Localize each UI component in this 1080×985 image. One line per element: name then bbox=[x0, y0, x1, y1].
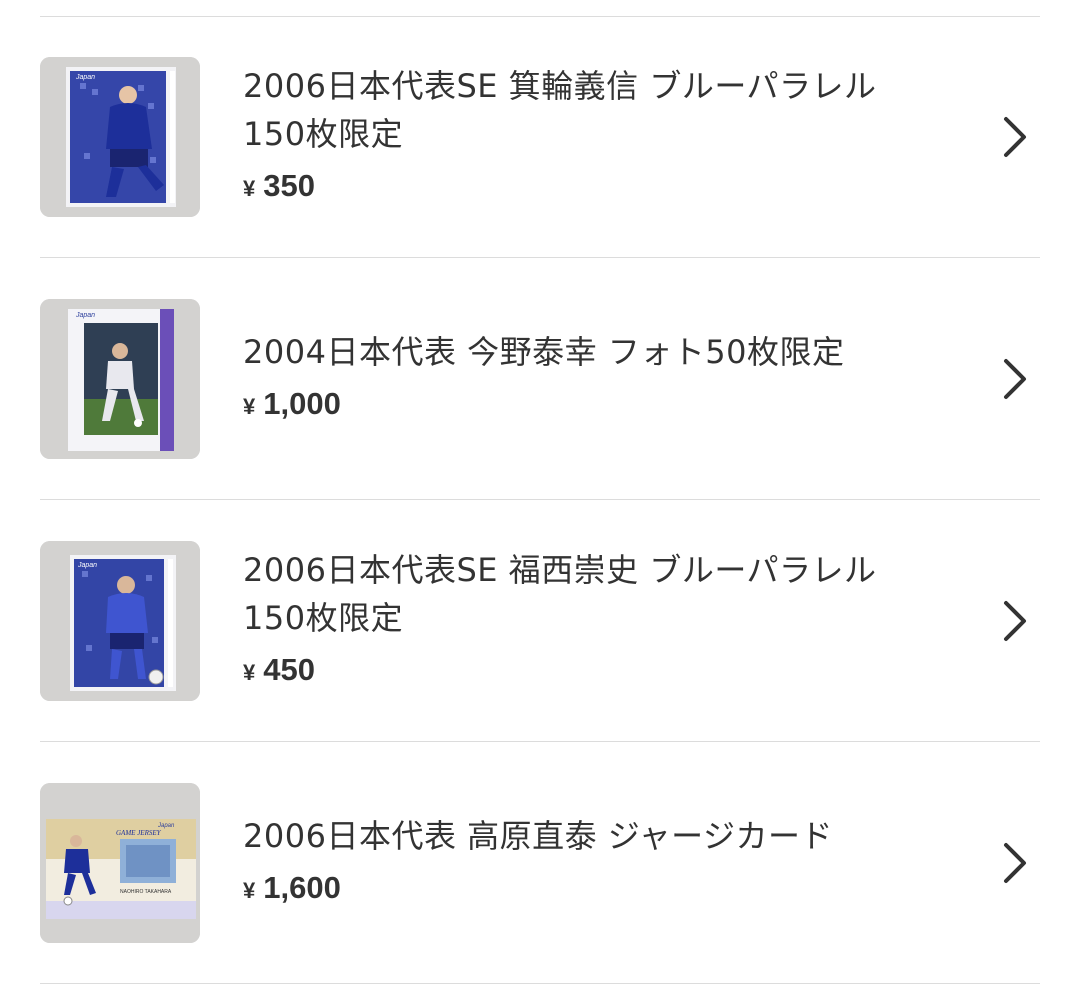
price-value: 350 bbox=[263, 168, 315, 203]
chevron-right-icon bbox=[1000, 840, 1030, 886]
product-thumbnail: Japan bbox=[40, 541, 200, 701]
card-player-text: NAOHIRO TAKAHARA bbox=[120, 889, 172, 895]
item-text: 2004日本代表 今野泰幸 フォト50枚限定 ¥ 1,000 bbox=[243, 328, 963, 427]
chevron-right-icon bbox=[1000, 598, 1030, 644]
price-value: 1,000 bbox=[263, 386, 341, 421]
card-logo-text: Japan bbox=[77, 562, 97, 569]
item-title-line: 2006日本代表SE 箕輪義信 ブルーパラレル bbox=[243, 67, 877, 105]
item-text: 2006日本代表SE 箕輪義信 ブルーパラレル 150枚限定 ¥ 350 bbox=[243, 62, 963, 209]
product-thumbnail: Japan bbox=[40, 299, 200, 459]
item-title-line: 2004日本代表 今野泰幸 フォト50枚限定 bbox=[243, 333, 845, 371]
item-divider bbox=[40, 983, 1040, 984]
item-price: ¥ 450 bbox=[243, 650, 963, 693]
item-title-line: 150枚限定 bbox=[243, 115, 404, 153]
product-thumbnail: Japan GAME JERSEY NAOHIRO TAKAHARA bbox=[40, 783, 200, 943]
list-item[interactable]: Japan GAME JERSEY NAOHIRO TAKAHARA 2006日… bbox=[0, 742, 1080, 984]
item-title-line: 150枚限定 bbox=[243, 599, 404, 637]
currency-symbol: ¥ bbox=[243, 394, 256, 419]
item-text: 2006日本代表SE 福西崇史 ブルーパラレル 150枚限定 ¥ 450 bbox=[243, 546, 963, 693]
card-logo-text: Japan bbox=[75, 74, 95, 81]
product-list: Japan 2006日本代表SE 箕輪義信 ブルーパラレル 150枚限定 ¥ 3… bbox=[0, 16, 1080, 984]
card-logo-text: Japan bbox=[75, 312, 95, 319]
card-badge-text: GAME JERSEY bbox=[116, 829, 162, 837]
item-price: ¥ 1,000 bbox=[243, 384, 963, 427]
chevron-right-icon bbox=[1000, 114, 1030, 160]
price-value: 1,600 bbox=[263, 870, 341, 905]
price-value: 450 bbox=[263, 652, 315, 687]
currency-symbol: ¥ bbox=[243, 878, 256, 903]
currency-symbol: ¥ bbox=[243, 176, 256, 201]
item-text: 2006日本代表 高原直泰 ジャージカード ¥ 1,600 bbox=[243, 812, 963, 911]
item-title-line: 2006日本代表 高原直泰 ジャージカード bbox=[243, 817, 834, 855]
list-item[interactable]: Japan 2006日本代表SE 福西崇史 ブルーパラレル 150枚限定 ¥ 4… bbox=[0, 500, 1080, 742]
chevron-right-icon bbox=[1000, 356, 1030, 402]
currency-symbol: ¥ bbox=[243, 660, 256, 685]
item-title-line: 2006日本代表SE 福西崇史 ブルーパラレル bbox=[243, 551, 877, 589]
product-thumbnail: Japan bbox=[40, 57, 200, 217]
item-price: ¥ 350 bbox=[243, 166, 963, 209]
item-price: ¥ 1,600 bbox=[243, 868, 963, 911]
list-item[interactable]: Japan 2004日本代表 今野泰幸 フォト50枚限定 ¥ 1,000 bbox=[0, 258, 1080, 500]
list-item[interactable]: Japan 2006日本代表SE 箕輪義信 ブルーパラレル 150枚限定 ¥ 3… bbox=[0, 16, 1080, 258]
